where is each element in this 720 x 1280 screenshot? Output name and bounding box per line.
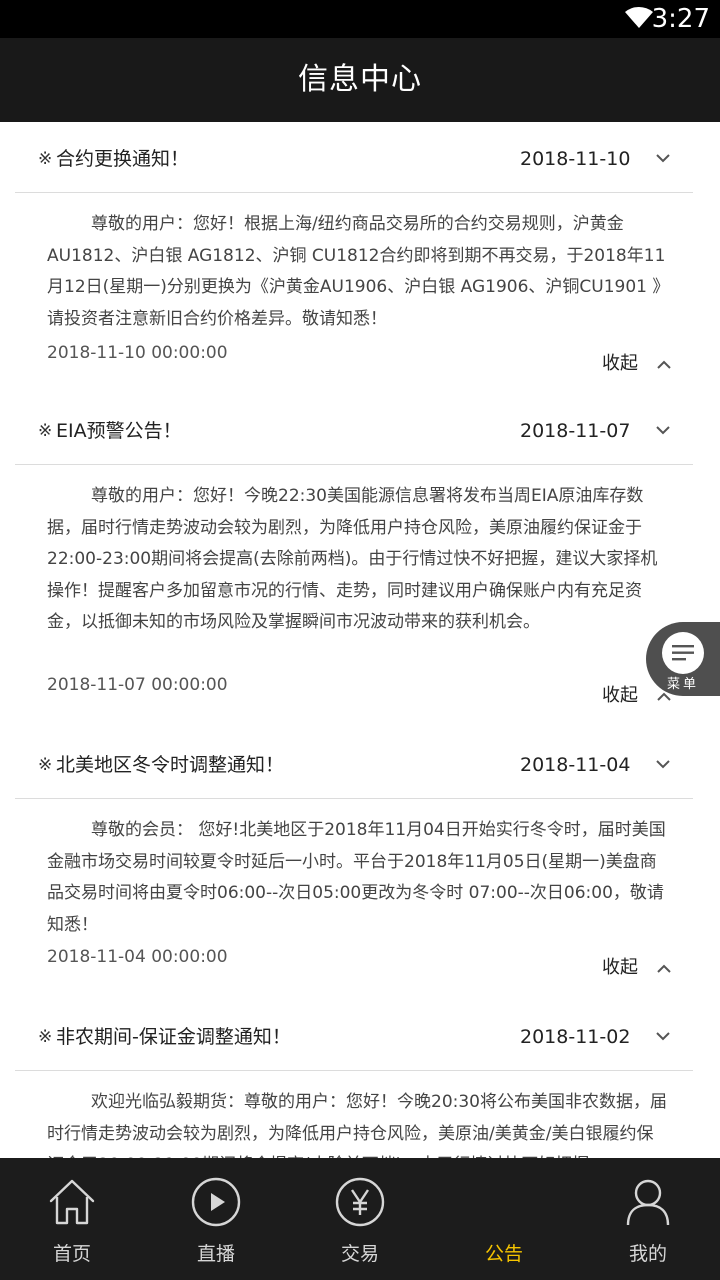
chevron-down-icon[interactable]: [655, 425, 671, 435]
tab-label: 交易: [340, 1243, 379, 1265]
notice-header[interactable]: ※ 北美地区冬令时调整通知！ 2018-11-04: [15, 733, 693, 799]
tab-trade[interactable]: 交易: [288, 1158, 432, 1280]
play-icon: [191, 1177, 241, 1227]
bottom-tab-bar: 首页 直播 交易 公告 我的: [0, 1158, 720, 1280]
chevron-down-icon[interactable]: [655, 153, 671, 163]
tab-announcement[interactable]: 公告: [432, 1158, 576, 1280]
notice-body: 尊敬的用户：您好！根据上海/纽约商品交易所的合约交易规则，沪黄金AU1812、沪…: [47, 214, 666, 329]
notice-timestamp: 2018-11-07 00:00:00: [47, 675, 228, 695]
wifi-icon: [625, 6, 653, 29]
tab-label: 公告: [484, 1243, 523, 1265]
notice-list[interactable]: ※ 合约更换通知！ 2018-11-10 尊敬的用户：您好！根据上海/纽约商品交…: [0, 122, 720, 1158]
notice-title: 非农期间-保证金调整通知！: [56, 1026, 291, 1048]
collapse-button[interactable]: 收起: [602, 685, 638, 707]
notice-body: 欢迎光临弘毅期货：尊敬的用户：您好！今晚20:30将公布美国非农数据，届时行情走…: [47, 1092, 667, 1158]
notice-date: 2018-11-07: [520, 420, 631, 442]
float-menu-button[interactable]: 菜单: [646, 622, 720, 696]
tab-home[interactable]: 首页: [0, 1158, 144, 1280]
user-icon: [626, 1179, 670, 1226]
collapse-button[interactable]: 收起: [602, 957, 638, 979]
header: 信息中心: [0, 38, 720, 122]
menu-lines-icon: [672, 645, 694, 661]
tab-live[interactable]: 直播: [144, 1158, 288, 1280]
notice-date: 2018-11-10: [520, 148, 631, 170]
status-bar: 3:27: [0, 0, 720, 38]
notice-header[interactable]: ※ 非农期间-保证金调整通知！ 2018-11-02: [15, 1005, 693, 1071]
home-icon: [49, 1179, 95, 1225]
notice-mark: ※: [38, 149, 53, 169]
page-title: 信息中心: [298, 62, 422, 97]
notice-body: 尊敬的会员： 您好!北美地区于2018年11月04日开始实行冬令时，届时美国金融…: [47, 820, 666, 935]
notice-date: 2018-11-02: [520, 1026, 631, 1048]
notice-body: 尊敬的用户：您好！今晚22:30美国能源信息署将发布当周EIA原油库存数据，届时…: [47, 486, 658, 632]
status-time: 3:27: [651, 4, 710, 34]
notice-timestamp: 2018-11-10 00:00:00: [47, 343, 228, 363]
tab-label: 我的: [628, 1243, 667, 1265]
chevron-up-icon[interactable]: [656, 964, 672, 974]
notice-mark: ※: [38, 1027, 53, 1047]
float-menu-label: 菜单: [666, 677, 699, 692]
notice-title: 北美地区冬令时调整通知！: [56, 754, 285, 776]
tab-label: 首页: [52, 1243, 91, 1265]
collapse-button[interactable]: 收起: [602, 353, 638, 375]
notice-mark: ※: [38, 421, 53, 441]
notice-title: EIA预警公告！: [56, 420, 182, 442]
notice-title: 合约更换通知！: [56, 148, 190, 170]
yuan-icon: [335, 1177, 385, 1227]
chevron-down-icon[interactable]: [655, 1031, 671, 1041]
notice-date: 2018-11-04: [520, 754, 631, 776]
notice-mark: ※: [38, 755, 53, 775]
notice-timestamp: 2018-11-04 00:00:00: [47, 947, 228, 967]
notice-header[interactable]: ※ EIA预警公告！ 2018-11-07: [15, 399, 693, 465]
chevron-up-icon[interactable]: [656, 360, 672, 370]
tab-profile[interactable]: 我的: [576, 1158, 720, 1280]
chevron-down-icon[interactable]: [655, 759, 671, 769]
notice-header[interactable]: ※ 合约更换通知！ 2018-11-10: [15, 127, 693, 193]
tab-label: 直播: [196, 1243, 235, 1265]
